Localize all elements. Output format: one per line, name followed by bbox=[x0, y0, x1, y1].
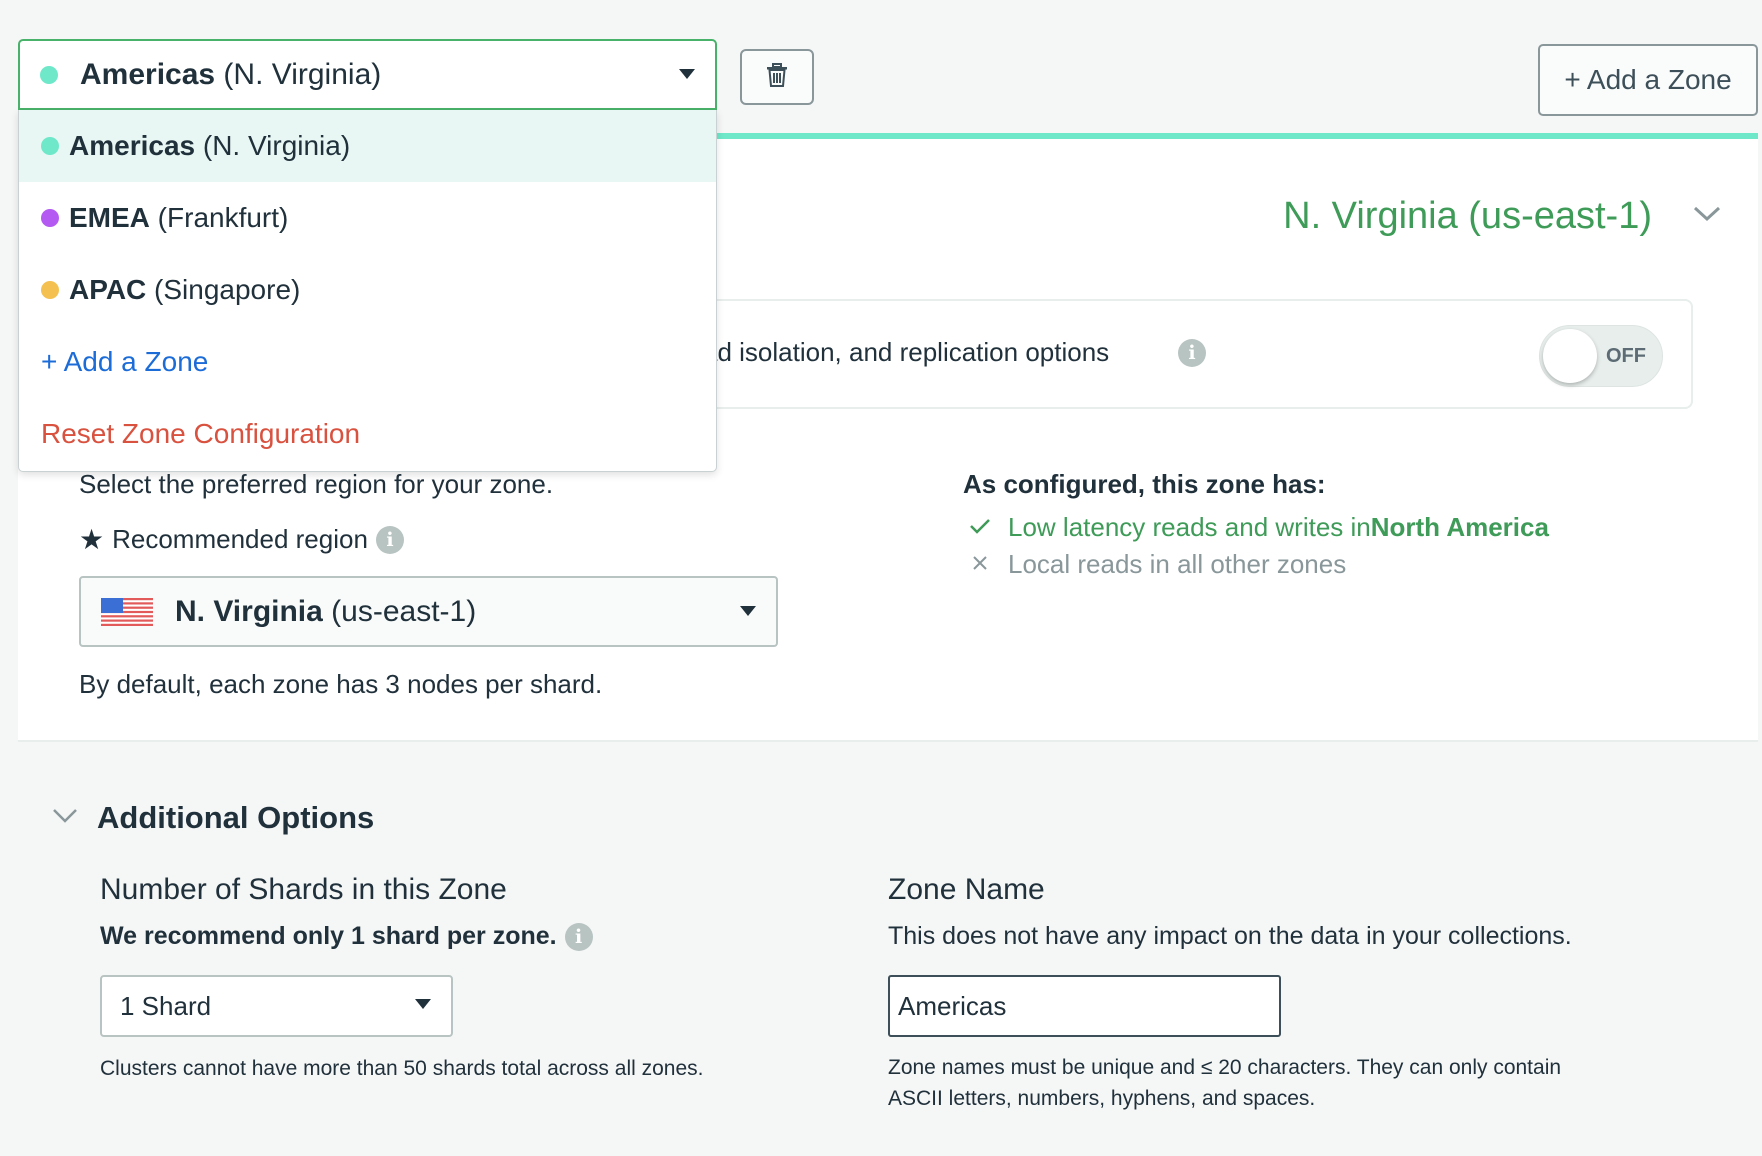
us-flag-icon bbox=[101, 597, 153, 626]
shards-select[interactable]: 1 Shard bbox=[100, 975, 453, 1037]
zone-name-description: This does not have any impact on the dat… bbox=[888, 922, 1572, 950]
star-icon: ★ bbox=[79, 524, 105, 555]
additional-options-title[interactable]: Additional Options bbox=[97, 800, 374, 836]
caret-down-icon bbox=[740, 606, 756, 616]
configured-title: As configured, this zone has: bbox=[963, 469, 1326, 499]
zone-color-dot bbox=[41, 137, 59, 155]
chevron-down-icon[interactable] bbox=[1692, 205, 1722, 228]
delete-zone-button[interactable] bbox=[740, 49, 814, 105]
add-zone-button[interactable]: + Add a Zone bbox=[1538, 44, 1758, 116]
zone-select-label: Americas (N. Virginia) bbox=[80, 57, 382, 91]
zone-color-dot bbox=[40, 65, 58, 84]
toggle-knob bbox=[1543, 329, 1597, 383]
zone-name-note: Zone names must be unique and ≤ 20 chara… bbox=[888, 1056, 1562, 1110]
dropdown-add-zone-link[interactable]: + Add a Zone bbox=[19, 326, 716, 398]
region-select[interactable]: N. Virginia (us-east-1) bbox=[79, 576, 778, 647]
feature-item: Low latency reads and writes in North Am… bbox=[968, 512, 1549, 543]
chevron-down-icon[interactable] bbox=[52, 808, 78, 829]
dropdown-item-emea[interactable]: EMEA (Frankfurt) bbox=[19, 182, 716, 254]
advanced-options-row: ad isolation, and replication options i … bbox=[618, 299, 1693, 409]
shards-note: Clusters cannot have more than 50 shards… bbox=[100, 1057, 704, 1080]
info-icon[interactable]: i bbox=[564, 922, 593, 951]
zone-color-dot bbox=[41, 281, 59, 299]
advanced-options-label: ad isolation, and replication options bbox=[703, 337, 1110, 367]
shards-recommendation: We recommend only 1 shard per zone. i bbox=[100, 922, 593, 951]
region-hint: Select the preferred region for your zon… bbox=[79, 469, 554, 499]
recommended-region-label: ★ Recommended region i bbox=[79, 523, 404, 556]
info-icon[interactable]: i bbox=[1178, 339, 1206, 367]
check-icon bbox=[968, 514, 992, 542]
zone-name-input[interactable] bbox=[888, 975, 1281, 1037]
x-icon bbox=[968, 551, 992, 579]
zone-dropdown-menu: Americas (N. Virginia) EMEA (Frankfurt) … bbox=[18, 110, 717, 472]
caret-down-icon bbox=[415, 999, 431, 1009]
dropdown-item-americas[interactable]: Americas (N. Virginia) bbox=[19, 110, 716, 182]
shards-heading: Number of Shards in this Zone bbox=[100, 873, 507, 906]
region-select-label: N. Virginia (us-east-1) bbox=[175, 594, 477, 628]
dropdown-reset-link[interactable]: Reset Zone Configuration bbox=[19, 398, 716, 470]
advanced-options-toggle[interactable]: OFF bbox=[1539, 325, 1663, 387]
zone-name-heading: Zone Name bbox=[888, 873, 1045, 906]
toggle-state: OFF bbox=[1606, 345, 1646, 367]
info-icon[interactable]: i bbox=[375, 525, 404, 554]
region-title: N. Virginia (us-east-1) bbox=[1283, 195, 1652, 237]
dropdown-item-apac[interactable]: APAC (Singapore) bbox=[19, 254, 716, 326]
feature-item: Local reads in all other zones bbox=[968, 549, 1346, 580]
default-nodes-note: By default, each zone has 3 nodes per sh… bbox=[79, 669, 603, 699]
additional-options-section: Additional Options Number of Shards in t… bbox=[18, 740, 1758, 1156]
caret-down-icon bbox=[679, 69, 695, 79]
zone-color-dot bbox=[41, 209, 59, 227]
zone-select[interactable]: Americas (N. Virginia) bbox=[18, 39, 717, 110]
trash-icon bbox=[766, 62, 788, 92]
